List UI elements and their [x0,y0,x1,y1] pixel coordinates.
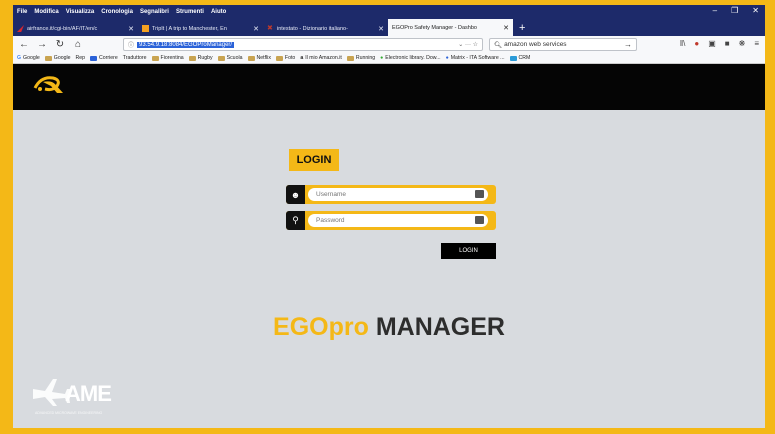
tripit-favicon-icon [142,25,149,32]
egopro-logo-icon [33,76,63,93]
bookmark-item[interactable]: Corriere [90,55,118,61]
username-input[interactable] [308,188,488,201]
back-icon[interactable]: ← [17,39,31,50]
forward-icon[interactable]: → [35,39,49,50]
page-actions-icon[interactable]: ⌄ ··· ☆ [458,41,482,48]
tab-label: EGOPro Safety Manager - Dashbo [392,24,477,31]
keyboard-icon [475,216,484,224]
password-field: ⚲ [286,211,496,230]
close-tab-icon[interactable]: ✕ [128,25,134,33]
login-button[interactable]: LOGIN [441,243,496,259]
search-input[interactable]: amazon web services [504,41,567,48]
window-controls: – ❐ ✕ [713,6,759,16]
tab-label: airfrance.it/cgi-bin/AF/IT/en/c [27,25,98,32]
bookmark-item[interactable]: Traduttore [123,55,147,61]
bookmark-item[interactable]: ● Matrix - ITA Software ... [446,55,505,61]
search-icon: 🔍︎ [494,41,505,49]
menu-visualizza[interactable]: Visualizza [66,9,95,15]
password-input[interactable] [308,214,488,227]
bookmark-item[interactable]: Fiorentina [151,55,184,61]
menu-file[interactable]: File [17,9,27,15]
ame-tagline: ADVANCED MICROWAVE ENGINEERING [35,411,103,415]
close-tab-icon[interactable]: ✕ [503,24,509,32]
keyboard-icon [475,190,484,198]
brand-part-manager: MANAGER [375,313,505,341]
bookmarks-bar: G Google Google Rep Corriere Traduttore F… [13,53,765,64]
ame-logo-text: AME [65,381,112,406]
bookmark-item[interactable]: a Il mio Amazon.it [300,55,342,61]
key-icon: ⚲ [286,211,305,230]
brand-part-egopro: EGOpro [273,313,369,341]
bookmark-item[interactable]: Running [346,55,375,61]
bookmark-item[interactable]: Netflix [247,55,271,61]
bookmark-item[interactable]: Google [44,55,71,61]
menu-aiuto[interactable]: Aiuto [211,9,226,15]
bookmark-item[interactable]: ● Electronic library. Dow... [380,55,440,61]
tab-label: intestato - Dizionario italiano- [277,25,348,32]
menu-cronologia[interactable]: Cronologia [101,9,133,15]
minimize-icon[interactable]: – [713,6,717,16]
menu-bar: File Modifica Visualizza Cronologia Segn… [13,5,226,18]
menu-icon[interactable]: ≡ [754,39,759,48]
tab-dizionario[interactable]: ✖ intestato - Dizionario italiano- ✕ [263,21,388,36]
bookmark-item[interactable]: Rugby [188,55,213,61]
shield-icon[interactable]: ● [694,39,699,48]
app-header [13,64,765,110]
library-icon[interactable]: ‖\ [680,39,686,48]
dizionario-favicon-icon: ✖ [267,25,273,32]
navigation-toolbar: ← → ↻ ⌂ ⓘ 93.54.9.18:8084/EGOProManager/… [13,36,765,53]
toolbar-icons: ‖\ ● ▣ ■ ❋ ≡ [680,39,759,48]
bookmark-item[interactable]: Scuola [217,55,243,61]
bookmark-item[interactable]: Foto [275,55,295,61]
maximize-icon[interactable]: ❐ [731,6,738,16]
brand-title: EGOpro MANAGER [13,313,765,342]
new-tab-icon[interactable]: + [513,21,531,36]
close-window-icon[interactable]: ✕ [752,6,759,16]
bookmark-item[interactable]: CRM [509,55,530,61]
close-tab-icon[interactable]: ✕ [253,25,259,33]
username-field: ☻ [286,185,496,204]
site-info-icon[interactable]: ⓘ [128,40,134,49]
sidebar-icon[interactable]: ▣ [708,39,716,48]
search-bar[interactable]: 🔍︎ amazon web services → [489,38,637,51]
extension-icon[interactable]: ■ [725,39,730,48]
menu-strumenti[interactable]: Strumenti [176,9,204,15]
tab-tripit[interactable]: TripIt | A trip to Manchester, En ✕ [138,21,263,36]
login-title: LOGIN [289,149,339,171]
menu-modifica[interactable]: Modifica [34,9,58,15]
bookmark-item[interactable]: Rep [76,55,86,61]
menu-segnalibri[interactable]: Segnalibri [140,9,169,15]
reload-icon[interactable]: ↻ [53,39,67,50]
address-bar[interactable]: ⓘ 93.54.9.18:8084/EGOProManager/ ⌄ ··· ☆ [123,38,483,51]
close-tab-icon[interactable]: ✕ [378,25,384,33]
tab-strip: airfrance.it/cgi-bin/AF/IT/en/c ✕ TripIt… [13,18,531,36]
user-icon: ☻ [286,185,305,204]
tab-egopro[interactable]: EGOPro Safety Manager - Dashbo ✕ [388,19,513,36]
search-go-icon[interactable]: → [624,40,636,49]
tab-label: TripIt | A trip to Manchester, En [152,25,227,32]
browser-window: File Modifica Visualizza Cronologia Segn… [13,5,765,428]
bookmark-item[interactable]: G Google [17,55,40,61]
url-text[interactable]: 93.54.9.18:8084/EGOProManager/ [137,41,235,48]
addon-icon[interactable]: ❋ [739,39,746,48]
home-icon[interactable]: ⌂ [71,39,85,50]
slide-frame: File Modifica Visualizza Cronologia Segn… [0,0,775,434]
airfrance-favicon-icon [17,25,24,32]
tab-airfrance[interactable]: airfrance.it/cgi-bin/AF/IT/en/c ✕ [13,21,138,36]
